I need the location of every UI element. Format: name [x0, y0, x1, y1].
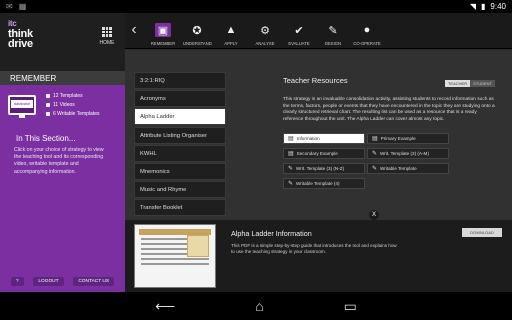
help-button[interactable]: ?: [10, 277, 24, 286]
status-time: 9:40: [490, 2, 506, 11]
pencil-icon: ✎: [372, 166, 378, 173]
toggle-student[interactable]: STUDENT: [470, 80, 495, 87]
document-icon: ▤: [288, 151, 294, 158]
remember-header: REMEMBER: [0, 71, 125, 85]
writ-template-n-z-button[interactable]: ✎ Writ. Template (3) (N-Z): [283, 163, 365, 175]
design-icon: ✎: [328, 24, 338, 37]
close-icon[interactable]: X: [369, 210, 379, 220]
document-icon: ▤: [288, 136, 294, 143]
section-description: Click on your choice of strategy to view…: [14, 147, 104, 175]
remember-summary: database 12 Templates 11 Videos 6 Writab…: [0, 85, 125, 125]
teacher-student-toggle[interactable]: TEACHER STUDENT: [444, 80, 495, 87]
home-button[interactable]: HOME: [95, 27, 119, 46]
info-panel: Alpha Ladder Information DOWNLOAD This P…: [125, 220, 512, 292]
tab-co-operate[interactable]: ● CO-OPERATE: [353, 23, 381, 46]
system-nav-bar: ⟵ ⌂ ▭: [0, 292, 512, 320]
resources-description: This strategy is an invaluable consolida…: [283, 97, 495, 122]
list-item[interactable]: Music and Rhyme: [134, 181, 226, 199]
writ-template-a-m-button[interactable]: ✎ Writ. Template (3) (A-M): [367, 148, 449, 160]
sidebar-footer: ? LOGOUT CONTACT US: [0, 277, 125, 286]
co-operate-icon: ●: [363, 24, 371, 36]
understand-icon: ✪: [192, 24, 202, 37]
evaluate-icon: ✔: [294, 24, 304, 37]
list-item[interactable]: Transfer Booklet: [134, 199, 226, 217]
toggle-teacher[interactable]: TEACHER: [444, 80, 471, 87]
writable-template-button[interactable]: ✎ Writable Template: [367, 163, 449, 175]
template-icon: [46, 94, 50, 98]
list-item[interactable]: Alpha Ladder: [134, 108, 226, 126]
resource-counts: 12 Templates 11 Videos 6 Writable Templa…: [46, 92, 100, 119]
nav-items: ▣ REMEMBER ✪ UNDERSTAND ▲ APPLY ⚙ ANALYS…: [143, 23, 381, 48]
information-button[interactable]: ▤ Information: [283, 133, 365, 145]
document-icon: ▤: [372, 136, 378, 143]
secondary-example-button[interactable]: ▤ Secondary Example: [283, 148, 365, 160]
tab-analyse[interactable]: ⚙ ANALYSE: [251, 23, 279, 47]
logo-area: itc think drive HOME: [0, 13, 125, 71]
video-icon: [46, 103, 50, 107]
tab-design[interactable]: ✎ DESIGN: [319, 23, 347, 47]
list-item[interactable]: KWHL: [134, 144, 226, 162]
writable-icon: [46, 112, 50, 116]
tab-evaluate[interactable]: ✔ EVALUATE: [285, 23, 313, 47]
resource-buttons: ▤ Information ▤ Primary Example ▤ Secondary…: [283, 133, 503, 190]
battery-icon: ▮: [481, 2, 486, 11]
tab-remember[interactable]: ▣ REMEMBER: [149, 23, 177, 46]
strategy-list: 3:2:1:RIQ Acronyms Alpha Ladder Attribut…: [134, 72, 226, 218]
notification-icons: ✉ ▦: [6, 2, 26, 11]
analyse-icon: ⚙: [260, 24, 270, 37]
remember-icon: ▣: [155, 23, 171, 37]
sidebar: itc think drive HOME REMEMBER database 1…: [0, 13, 125, 292]
section-title: In This Section...: [16, 134, 76, 143]
top-nav: ‹ ▣ REMEMBER ✪ UNDERSTAND ▲ APPLY ⚙ ANAL…: [125, 13, 512, 49]
list-item[interactable]: Attribute Listing Organiser: [134, 126, 226, 144]
recents-icon[interactable]: ▭: [344, 298, 357, 315]
tab-apply[interactable]: ▲ APPLY: [217, 23, 245, 46]
logout-button[interactable]: LOGOUT: [33, 277, 64, 286]
info-title: Alpha Ladder Information: [231, 229, 312, 238]
pdf-thumbnail[interactable]: [134, 224, 216, 288]
list-item[interactable]: Acronyms: [134, 90, 226, 108]
back-icon[interactable]: ⟵: [155, 298, 175, 315]
info-description: This PDF is a simple step-by-step guide …: [231, 243, 397, 254]
pencil-icon: ✎: [372, 151, 378, 158]
pencil-icon: ✎: [288, 181, 294, 188]
home-grid-icon: [102, 27, 112, 37]
list-item[interactable]: 3:2:1:RIQ: [134, 72, 226, 89]
main-content: 3:2:1:RIQ Acronyms Alpha Ladder Attribut…: [125, 50, 512, 292]
apply-icon: ▲: [225, 24, 237, 36]
writable-template-4-button[interactable]: ✎ Writable Template (4): [283, 178, 365, 190]
tab-understand[interactable]: ✪ UNDERSTAND: [183, 23, 212, 47]
back-chevron-icon[interactable]: ‹: [125, 12, 143, 48]
image-icon: ▦: [18, 2, 27, 11]
home-icon[interactable]: ⌂: [255, 298, 263, 314]
contact-us-button[interactable]: CONTACT US: [73, 277, 115, 286]
download-button[interactable]: DOWNLOAD: [462, 228, 502, 237]
primary-example-button[interactable]: ▤ Primary Example: [367, 133, 449, 145]
wifi-icon: ◥: [469, 2, 477, 11]
status-right: ◥ ▮ 9:40: [470, 2, 506, 11]
pencil-icon: ✎: [288, 166, 294, 173]
teacher-resources-panel: Teacher Resources TEACHER STUDENT This s…: [283, 76, 503, 190]
list-item[interactable]: Mnemonics: [134, 162, 226, 180]
monitor-icon: database: [8, 95, 36, 118]
status-bar: ✉ ▦ ◥ ▮ 9:40: [0, 0, 512, 13]
mail-icon: ✉: [6, 2, 13, 11]
